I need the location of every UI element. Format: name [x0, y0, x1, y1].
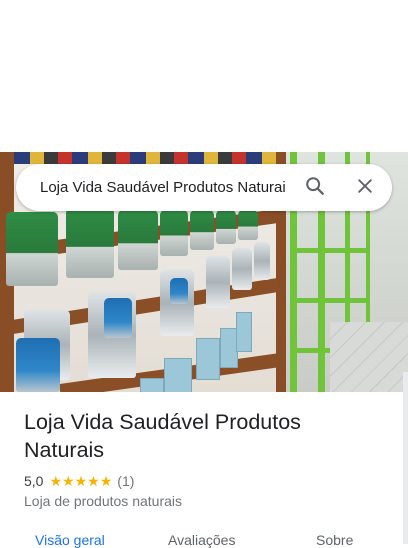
search-box[interactable]: Loja Vida Saudável Produtos Naturais — [16, 164, 392, 211]
review-count-link[interactable]: (1) — [117, 473, 134, 489]
place-category[interactable]: Loja de produtos naturais — [24, 493, 182, 509]
star-icon: ★ — [62, 473, 75, 489]
scrollbar[interactable] — [403, 372, 408, 544]
rating-value: 5,0 — [24, 473, 44, 489]
search-icon — [304, 175, 326, 202]
tab-about[interactable]: Sobre — [316, 532, 353, 548]
star-icon: ★ — [99, 473, 113, 489]
blank-header-area — [0, 0, 408, 152]
star-icon: ★ — [74, 473, 88, 489]
search-button[interactable] — [300, 173, 330, 203]
star-icon: ★ — [87, 473, 100, 489]
clear-search-button[interactable] — [350, 173, 380, 203]
rating-stars: ★ ★ ★ ★ ★ — [49, 473, 112, 489]
place-title: Loja Vida Saudável Produtos Naturais — [24, 410, 301, 462]
close-icon — [355, 176, 375, 201]
place-tabs: Visão geral Avaliações Sobre — [0, 528, 408, 548]
search-input[interactable]: Loja Vida Saudável Produtos Naturais — [40, 178, 286, 198]
rating-row: 5,0 ★ ★ ★ ★ ★ (1) — [24, 472, 134, 490]
tab-overview[interactable]: Visão geral — [35, 532, 105, 548]
star-icon: ★ — [49, 473, 63, 489]
tab-reviews[interactable]: Avaliações — [168, 532, 235, 548]
